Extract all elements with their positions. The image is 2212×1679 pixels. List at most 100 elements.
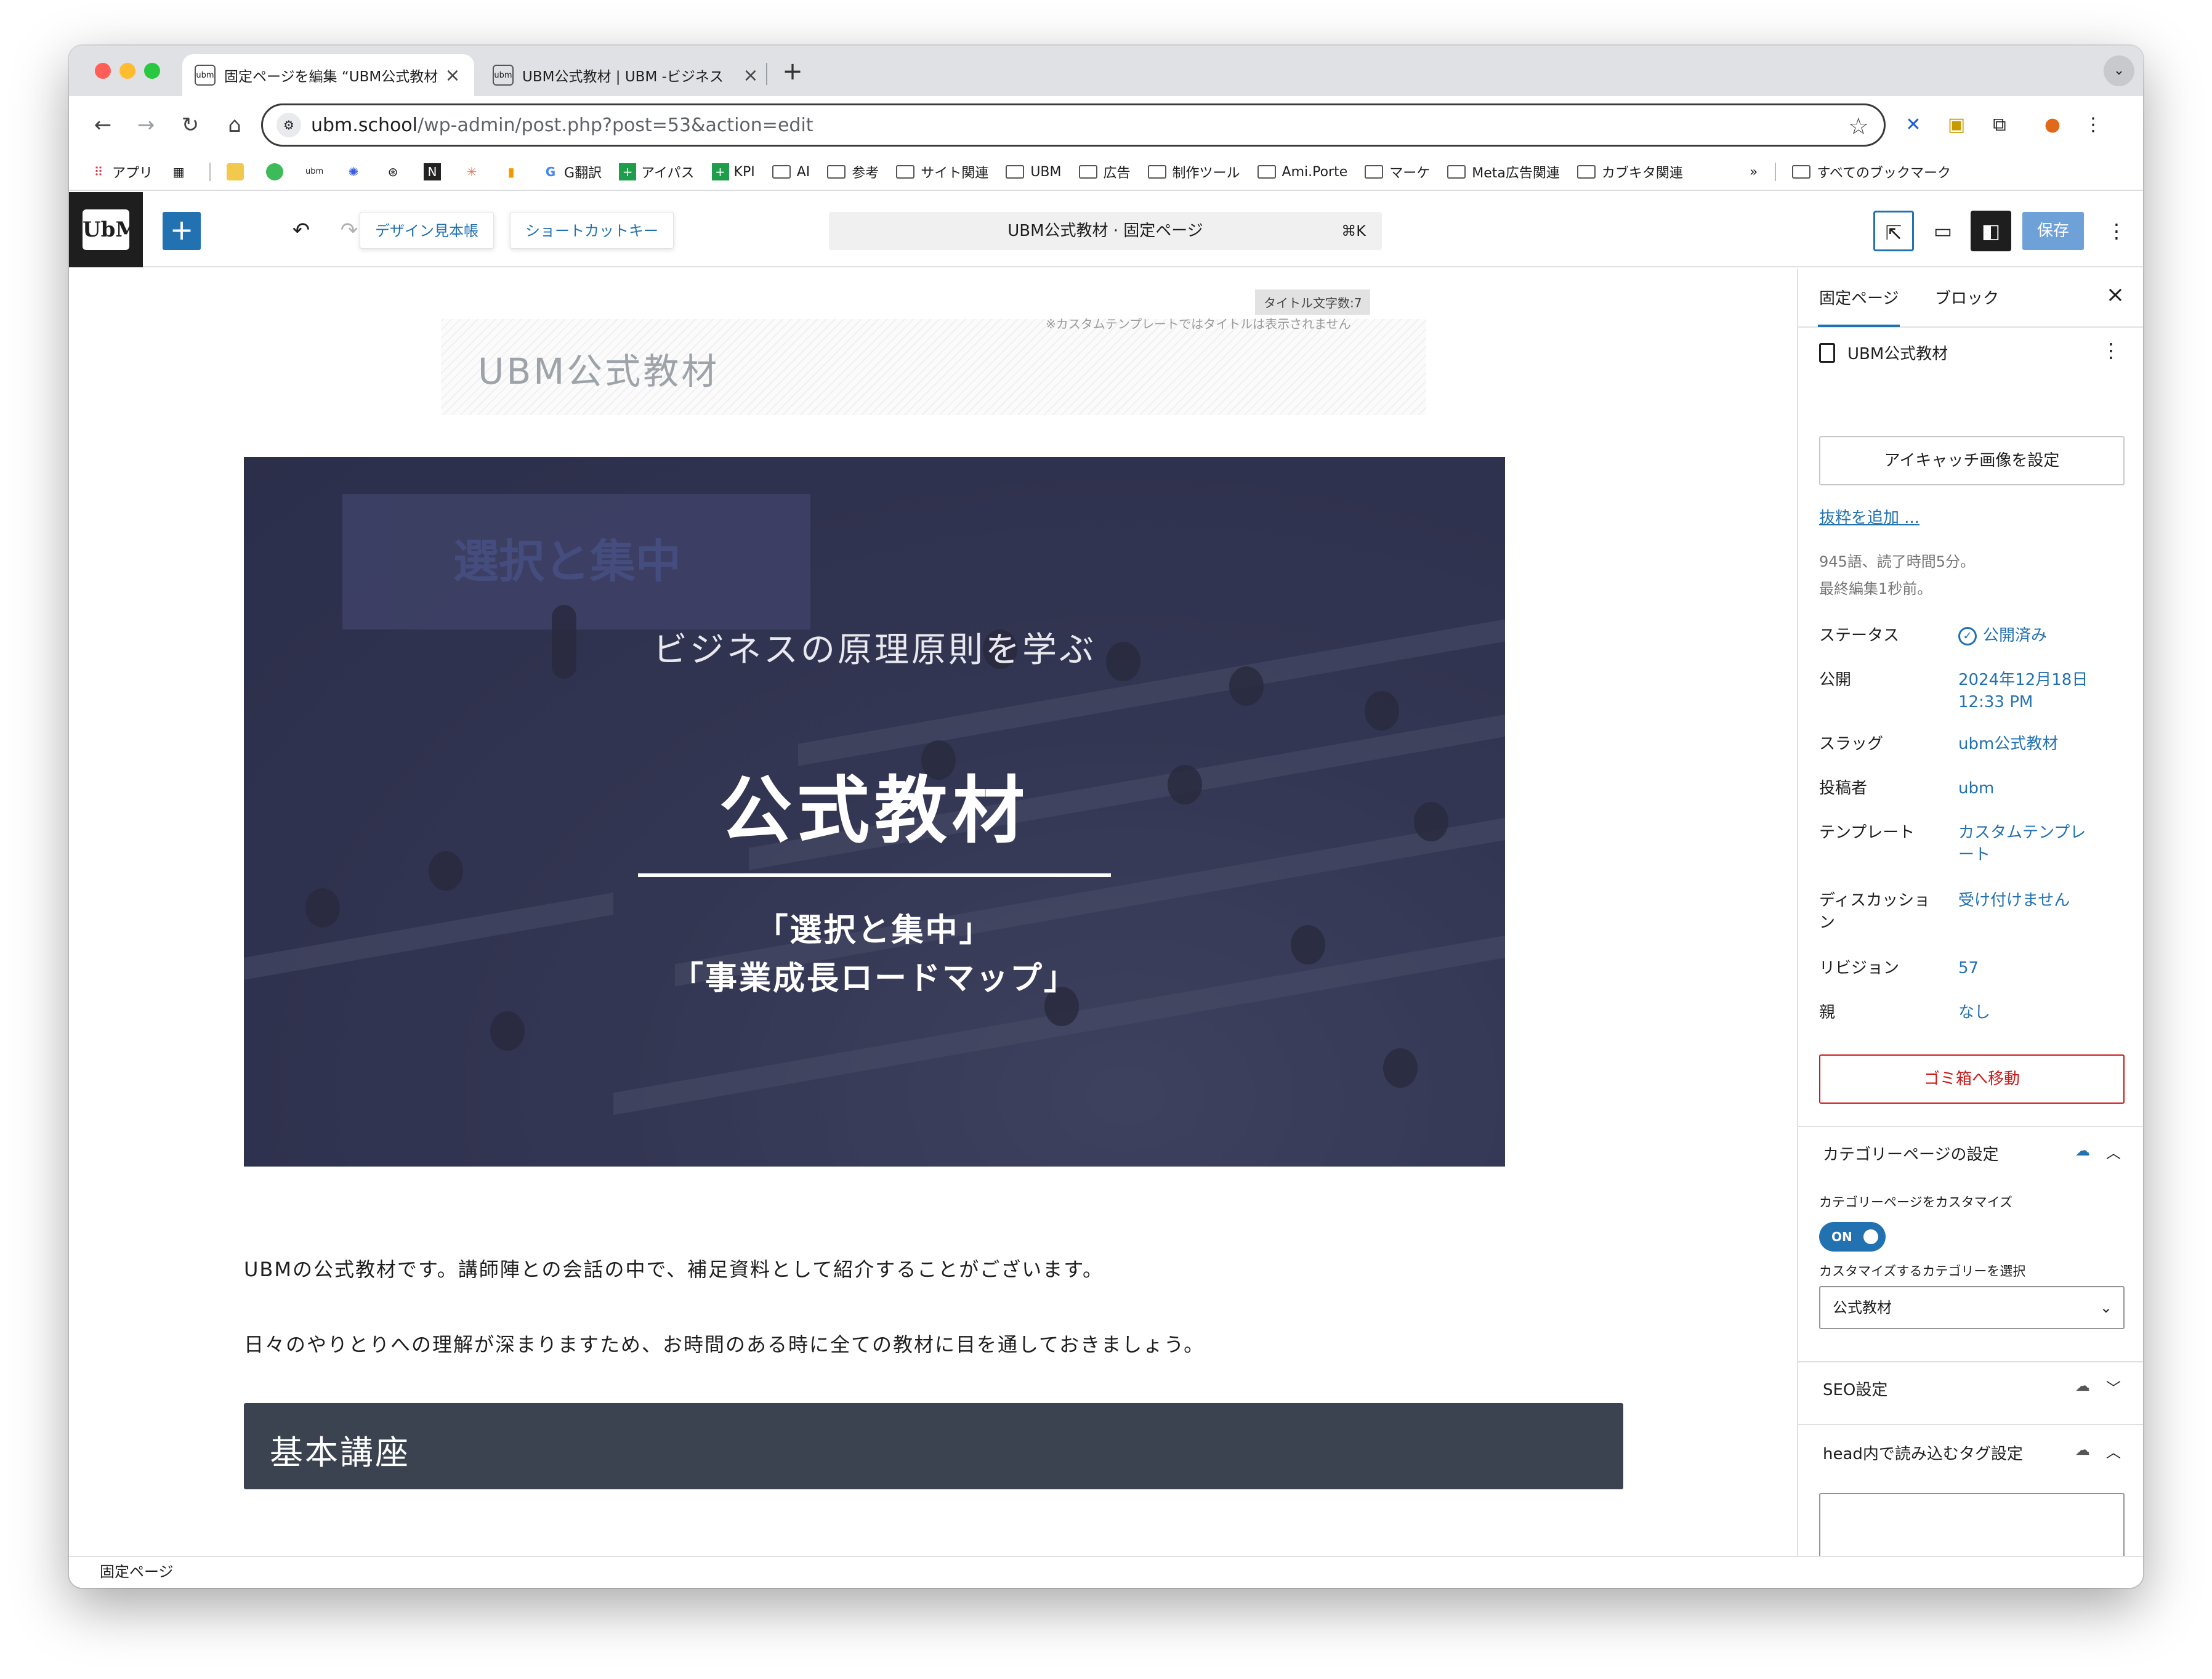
home-icon[interactable]: ⌂	[219, 110, 250, 140]
breadcrumb[interactable]: 固定ページ	[100, 1563, 174, 1580]
chrome-menu-icon[interactable]: ⋮	[2078, 110, 2109, 140]
back-arrow-icon[interactable]: ←	[87, 110, 118, 140]
maximize-window-button[interactable]	[144, 63, 160, 79]
tab-close-icon[interactable]: ×	[443, 65, 462, 86]
bookmark-green[interactable]	[266, 163, 288, 180]
bookmark-folder-site[interactable]: サイト関連	[896, 162, 988, 182]
title-note: ※カスタムテンプレートではタイトルは表示されません	[1046, 317, 1351, 331]
save-button[interactable]: 保存	[2022, 212, 2084, 250]
page-title[interactable]: UBM公式教材	[478, 342, 719, 394]
minimize-window-button[interactable]	[119, 63, 135, 79]
field-label-parent: 親	[1819, 1003, 1836, 1022]
tab-close-icon[interactable]: ×	[741, 65, 760, 86]
bookmark-notion[interactable]: N	[424, 163, 446, 180]
discussion-button[interactable]: 受け付けません	[1958, 889, 2106, 912]
revisions-button[interactable]: 57	[1958, 957, 2106, 979]
move-to-trash-button[interactable]: ゴミ箱へ移動	[1819, 1054, 2125, 1104]
bookmark-claude[interactable]: ✳	[463, 163, 485, 180]
new-tab-button[interactable]: +	[777, 57, 808, 87]
url-path: /wp-admin/post.php?post=53&action=edit	[418, 114, 813, 136]
bookmark-kpi[interactable]: + KPI	[711, 163, 755, 180]
extension-icon[interactable]: ▣	[1941, 110, 1972, 140]
field-label-template: テンプレート	[1819, 823, 1915, 842]
undo-icon[interactable]: ↶	[286, 214, 317, 246]
browser-tab-site[interactable]: ubm UBM公式教材 | UBM -ビジネス ×	[480, 54, 772, 96]
chevron-down-icon: ⌄	[2099, 1299, 2112, 1316]
field-label-status: ステータス	[1819, 626, 1900, 645]
paragraph-block[interactable]: 日々のやりとりへの理解が深まりますため、お時間のある時に全ての教材に目を通してお…	[244, 1329, 1205, 1357]
forward-arrow-icon[interactable]: →	[131, 110, 161, 140]
publish-date-button[interactable]: 2024年12月18日 12:33 PM	[1958, 669, 2094, 713]
page-actions-kebab-icon[interactable]: ⋮	[2101, 339, 2121, 362]
head-tags-panel-title[interactable]: head内で読み込むタグ設定	[1823, 1441, 2023, 1464]
bookmark-folder-ai[interactable]: AI	[772, 164, 810, 180]
shortcut-keys-button[interactable]: ショートカットキー	[510, 212, 674, 249]
close-icon[interactable]: ×	[2106, 282, 2125, 307]
bookmark-yellow[interactable]	[227, 163, 249, 180]
chevron-up-icon[interactable]: ︿	[2106, 1141, 2121, 1162]
puzzle-extensions-icon[interactable]: ⧉	[1984, 110, 2015, 140]
settings-sidebar-icon[interactable]: ◧	[1971, 211, 2011, 251]
all-bookmarks-button[interactable]: すべてのブックマーク	[1792, 162, 1951, 182]
tab-page[interactable]: 固定ページ	[1817, 286, 1900, 327]
status-button[interactable]: ✓ 公開済み	[1958, 625, 2106, 647]
parent-button[interactable]: なし	[1958, 1001, 2106, 1024]
tab-search-chevron-icon[interactable]: ⌄	[2104, 55, 2134, 86]
template-button[interactable]: カスタムテンプレート	[1958, 822, 2094, 866]
bookmark-apps[interactable]: ⠿ アプリ	[90, 162, 153, 182]
site-logo-button[interactable]: UbM	[69, 192, 143, 267]
folder-icon	[1365, 165, 1384, 179]
bookmark-folder-meta-ads[interactable]: Meta広告関連	[1447, 162, 1560, 182]
bookmark-label: 制作ツール	[1172, 166, 1240, 181]
bookmark-folder-kabukita[interactable]: カブキタ関連	[1576, 162, 1683, 182]
heading-block[interactable]: 基本講座	[244, 1403, 1623, 1489]
bookmark-google-translate[interactable]: G G翻訳	[542, 162, 602, 182]
options-kebab-icon[interactable]: ⋮	[2096, 211, 2137, 251]
category-panel-title[interactable]: カテゴリーページの設定	[1823, 1142, 1998, 1165]
bookmark-folder-reference[interactable]: 参考	[827, 162, 879, 182]
address-bar[interactable]: ⚙ ubm.school/wp-admin/post.php?post=53&a…	[261, 103, 1886, 147]
block-inserter-button[interactable]: +	[163, 212, 201, 250]
bookmark-label: 広告	[1103, 166, 1131, 181]
set-featured-image-button[interactable]: アイキャッチ画像を設定	[1819, 436, 2125, 485]
chevron-down-icon[interactable]: ﹀	[2106, 1376, 2121, 1398]
bookmark-folder-amiporte[interactable]: Ami.Porte	[1257, 164, 1347, 180]
bookmark-chatgpt[interactable]: ⊛	[384, 163, 406, 180]
chevron-up-icon[interactable]: ︿	[2106, 1440, 2121, 1462]
page-title-block[interactable]: UBM公式教材	[441, 319, 1426, 415]
profile-avatar-icon[interactable]: ●	[2037, 110, 2068, 140]
category-select[interactable]: 公式教材 ⌄	[1819, 1286, 2125, 1329]
bookmark-folder-ads[interactable]: 広告	[1078, 162, 1131, 182]
command-shortcut: ⌘K	[1341, 222, 1366, 240]
command-palette-bar[interactable]: UBM公式教材 · 固定ページ ⌘K	[829, 212, 1382, 250]
site-info-icon[interactable]: ⚙	[276, 113, 301, 137]
reload-icon[interactable]: ↻	[175, 110, 206, 140]
bookmark-star-icon[interactable]: ☆	[1848, 113, 1869, 140]
bookmarks-more-button[interactable]: »	[1750, 164, 1758, 180]
bookmark-folder-marketing[interactable]: マーケ	[1365, 162, 1430, 182]
bookmark-analytics[interactable]: ▮	[503, 163, 525, 180]
close-window-button[interactable]	[95, 63, 111, 79]
browser-tab-editor[interactable]: ubm 固定ページを編集 “UBM公式教材 ×	[182, 54, 474, 96]
seo-panel-title[interactable]: SEO設定	[1823, 1377, 1887, 1400]
tab-block[interactable]: ブロック	[1935, 286, 1999, 309]
bookmark-flower[interactable]: ✺	[345, 163, 367, 180]
bookmark-ipass[interactable]: + アイパス	[619, 162, 695, 182]
add-excerpt-link[interactable]: 抜粋を追加 ...	[1819, 505, 1919, 528]
field-label-author: 投稿者	[1819, 779, 1868, 798]
head-tags-textarea[interactable]	[1819, 1493, 2125, 1556]
bookmark-folder-ubm[interactable]: UBM	[1006, 164, 1062, 180]
bookmark-folder-tools[interactable]: 制作ツール	[1147, 162, 1240, 182]
hero-image-block[interactable]: 選択と集中 ビジネスの原理原則を学ぶ 公式教材 「選択と集中」 「事業成長ロード…	[244, 457, 1505, 1167]
x-extension-icon[interactable]: ✕	[1898, 110, 1929, 140]
slug-button[interactable]: ubm公式教材	[1958, 733, 2106, 755]
view-page-icon[interactable]: ⇱	[1873, 211, 1914, 251]
bookmark-ubm[interactable]: ubm	[305, 163, 328, 180]
cloud-icon: ☁	[2075, 1441, 2090, 1459]
paragraph-block[interactable]: UBMの公式教材です。講師陣との会話の中で、補足資料として紹介することがございま…	[244, 1254, 1104, 1282]
author-button[interactable]: ubm	[1958, 777, 2106, 799]
customize-toggle[interactable]: ON	[1819, 1222, 1886, 1252]
pattern-library-button[interactable]: デザイン見本帳	[360, 212, 494, 249]
bookmark-grid[interactable]: ▦	[170, 163, 192, 180]
preview-device-icon[interactable]: ▭	[1923, 211, 1963, 251]
